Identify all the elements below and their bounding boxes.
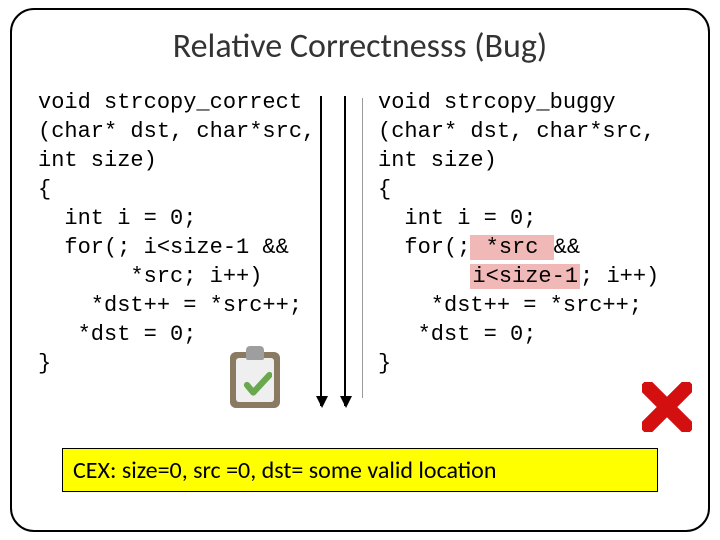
code-line: { [378, 177, 391, 202]
code-line: } [38, 351, 51, 376]
code-line: int size) [378, 148, 497, 173]
code-line: (char* dst, char*src, [378, 119, 655, 144]
code-line: *src; i++) [38, 264, 262, 289]
code-buggy: void strcopy_buggy (char* dst, char*src,… [378, 88, 698, 378]
cross-icon [642, 382, 692, 432]
code-line: ; i++) [580, 264, 659, 289]
code-line: void strcopy_correct [38, 90, 302, 115]
code-line: } [378, 351, 391, 376]
code-line: *dst = 0; [38, 322, 196, 347]
arrow-down-icon [344, 96, 346, 406]
code-line: for(; i<size-1 && [38, 235, 289, 260]
checkmark-clipboard-icon [228, 342, 282, 410]
bug-highlight: i<size-1 [470, 264, 580, 289]
code-line: (char* dst, char*src, [38, 119, 315, 144]
code-line: *dst++ = *src++; [378, 293, 642, 318]
code-line: for(; [378, 235, 470, 260]
counterexample-text: CEX: size=0, src =0, dst= some valid loc… [73, 456, 496, 485]
code-correct: void strcopy_correct (char* dst, char*sr… [38, 88, 368, 378]
column-divider [362, 98, 363, 398]
code-line: int i = 0; [38, 206, 196, 231]
counterexample-box: CEX: size=0, src =0, dst= some valid loc… [62, 448, 658, 492]
code-line: { [38, 177, 51, 202]
code-line: *dst++ = *src++; [38, 293, 302, 318]
code-line: && [554, 235, 580, 260]
slide-title: Relative Correctnesss (Bug) [0, 26, 720, 67]
code-line [378, 264, 470, 289]
code-line: int size) [38, 148, 157, 173]
code-line: void strcopy_buggy [378, 90, 616, 115]
code-line: int i = 0; [378, 206, 536, 231]
code-line: *dst = 0; [378, 322, 536, 347]
arrow-down-icon [320, 96, 322, 406]
bug-highlight: *src [470, 235, 553, 260]
